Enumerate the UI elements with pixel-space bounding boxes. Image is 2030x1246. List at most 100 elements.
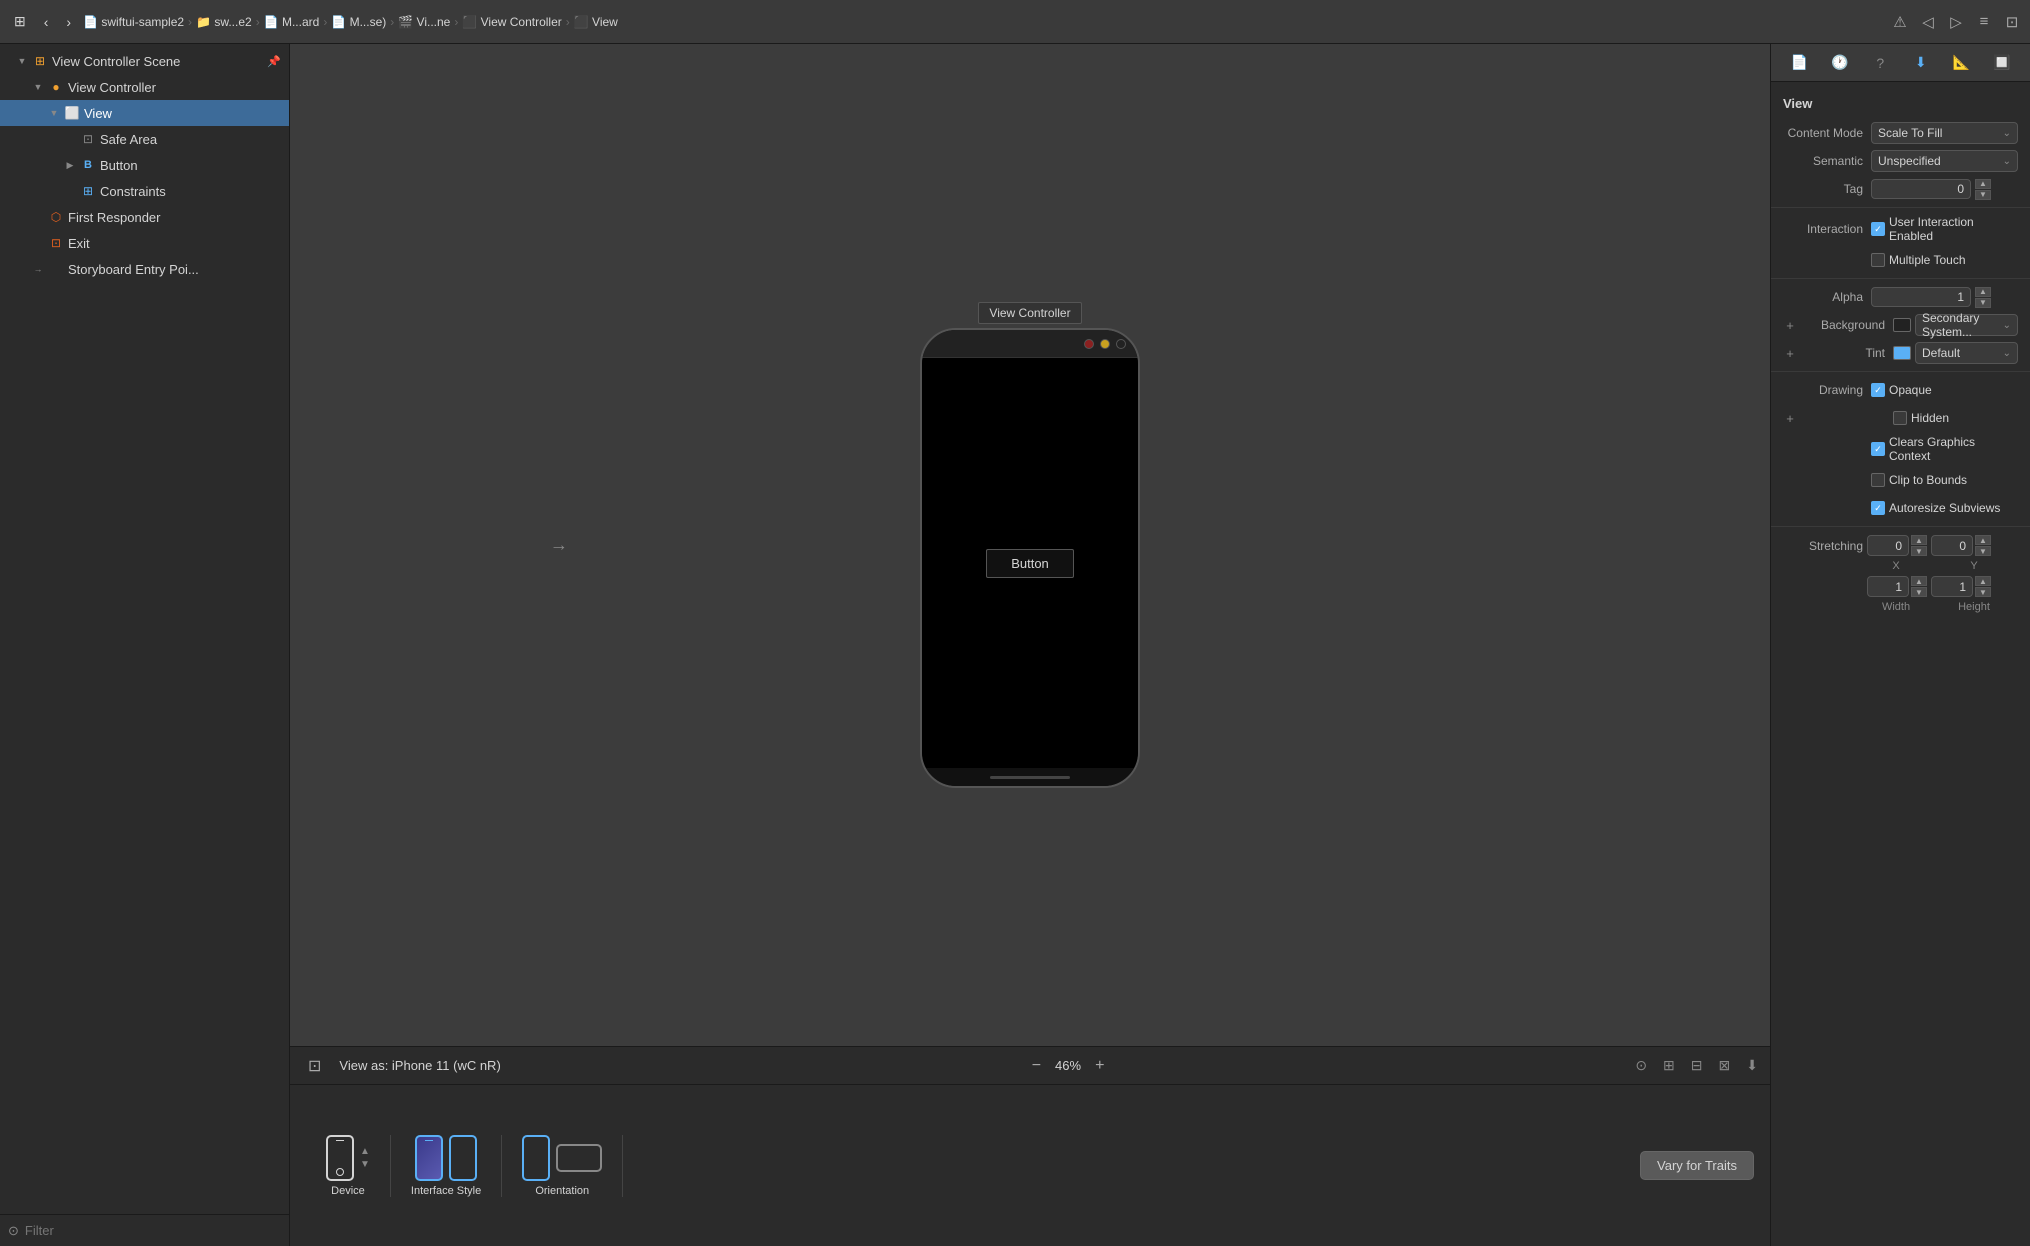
stretching-w-input[interactable]	[1867, 576, 1909, 597]
content-mode-value: Scale To Fill ⌄	[1871, 122, 2018, 144]
canvas-center[interactable]: → View Controller Button	[290, 44, 1770, 1046]
collapse-arrow-button[interactable]: ▶	[64, 159, 76, 171]
tag-row: Tag ▲ ▼	[1771, 175, 2030, 203]
orientation-landscape-icon[interactable]	[556, 1144, 602, 1172]
stretch-w-up[interactable]: ▲	[1911, 576, 1927, 586]
interface-light-icon[interactable]	[449, 1135, 477, 1181]
orientation-portrait-icon[interactable]	[522, 1135, 550, 1181]
download-icon[interactable]: ⬇	[1746, 1057, 1758, 1074]
tag-input[interactable]	[1871, 179, 1971, 199]
nav-forward-icon[interactable]: ▷	[1946, 12, 1966, 32]
layout2-icon[interactable]: ⊟	[1691, 1057, 1703, 1074]
semantic-label: Semantic	[1783, 154, 1863, 168]
zoom-in-button[interactable]: +	[1089, 1055, 1110, 1077]
interface-dark-icon[interactable]	[415, 1135, 443, 1181]
toggle-sidebar-btn[interactable]: ⊡	[302, 1054, 327, 1078]
breadcrumb-mse[interactable]: 📄 M...se)	[331, 15, 386, 29]
tab-file[interactable]: 📄	[1785, 49, 1813, 77]
sidebar-item-storyboard-entry[interactable]: → Storyboard Entry Poi...	[0, 256, 289, 282]
panel-section-title: View	[1771, 92, 2030, 119]
background-plus[interactable]: +	[1783, 318, 1797, 332]
sidebar-item-constraints[interactable]: ▶ ⊞ Constraints	[0, 178, 289, 204]
collapse-arrow-view[interactable]: ▼	[48, 107, 60, 119]
tab-size[interactable]: 📐	[1947, 49, 1975, 77]
stretch-x-up[interactable]: ▲	[1911, 535, 1927, 545]
breadcrumb-vine[interactable]: 🎬 Vi...ne	[398, 15, 450, 29]
back-button[interactable]: ‹	[38, 10, 55, 34]
sidebar-item-exit[interactable]: ▶ ⊡ Exit	[0, 230, 289, 256]
autoresize-checkbox[interactable]: ✓	[1871, 501, 1885, 515]
stretch-x-down[interactable]: ▼	[1911, 546, 1927, 556]
background-color-swatch[interactable]	[1893, 318, 1911, 332]
stretch-y-up[interactable]: ▲	[1975, 535, 1991, 545]
breadcrumb-viewcontroller[interactable]: ⬛ View Controller	[462, 15, 561, 29]
user-interaction-checkbox[interactable]: ✓	[1871, 222, 1885, 236]
grid-toggle-button[interactable]: ⊞	[8, 9, 32, 34]
multi-touch-label: Multiple Touch	[1889, 253, 1966, 267]
editor-menu-icon[interactable]: ≡	[1974, 12, 1994, 32]
scene-title-label: View Controller	[978, 302, 1081, 324]
opaque-checkbox[interactable]: ✓	[1871, 383, 1885, 397]
tab-help[interactable]: ?	[1866, 49, 1894, 77]
stretch-w-down[interactable]: ▼	[1911, 587, 1927, 597]
sidebar-item-button[interactable]: ▶ B Button	[0, 152, 289, 178]
layout3-icon[interactable]: ⊠	[1719, 1057, 1731, 1074]
tag-label: Tag	[1783, 182, 1863, 196]
tint-color-swatch[interactable]	[1893, 346, 1911, 360]
device-phone-icon[interactable]	[326, 1135, 354, 1181]
device-stepper[interactable]: ▲ ▼	[360, 1146, 370, 1170]
alpha-decrement[interactable]: ▼	[1975, 298, 1991, 308]
tree-area: ▼ ⊞ View Controller Scene 📌 ▼ ● View Con…	[0, 44, 289, 1214]
multi-touch-checkbox[interactable]	[1871, 253, 1885, 267]
hidden-plus[interactable]: +	[1783, 411, 1797, 425]
alpha-increment[interactable]: ▲	[1975, 287, 1991, 297]
clears-checkbox[interactable]: ✓	[1871, 442, 1885, 456]
collapse-arrow-scene[interactable]: ▼	[16, 55, 28, 67]
tag-decrement[interactable]: ▼	[1975, 190, 1991, 200]
filter-input[interactable]	[25, 1223, 281, 1238]
layout1-icon[interactable]: ⊞	[1663, 1057, 1675, 1074]
collapse-arrow-vc[interactable]: ▼	[32, 81, 44, 93]
warnings-icon[interactable]: ⚠	[1890, 12, 1910, 32]
stretching-h-input[interactable]	[1931, 576, 1973, 597]
background-dropdown[interactable]: Secondary System... ⌄	[1915, 314, 2018, 336]
refresh-icon[interactable]: ⊙	[1635, 1057, 1647, 1074]
sidebar-item-view[interactable]: ▼ ⬜ View	[0, 100, 289, 126]
tint-dropdown[interactable]: Default ⌄	[1915, 342, 2018, 364]
breadcrumb-sw[interactable]: 📁 sw...e2	[196, 15, 252, 29]
sidebar-item-safe-area[interactable]: ▶ ⊡ Safe Area	[0, 126, 289, 152]
sidebar-item-first-responder[interactable]: ▶ ⬡ First Responder	[0, 204, 289, 230]
window-close-dot	[1084, 339, 1094, 349]
alpha-input[interactable]	[1871, 287, 1971, 307]
vary-for-traits-button[interactable]: Vary for Traits	[1640, 1151, 1754, 1180]
breadcrumb-view[interactable]: ⬛ View	[574, 15, 618, 29]
zoom-out-button[interactable]: −	[1026, 1055, 1047, 1077]
stretching-x-input[interactable]	[1867, 535, 1909, 556]
semantic-dropdown[interactable]: Unspecified ⌄	[1871, 150, 2018, 172]
layout-icon[interactable]: ⊡	[2002, 12, 2022, 32]
stretch-h-up[interactable]: ▲	[1975, 576, 1991, 586]
breadcrumb-swiftui[interactable]: 📄 swiftui-sample2	[83, 15, 184, 29]
clip-checkbox[interactable]	[1871, 473, 1885, 487]
canvas-button[interactable]: Button	[986, 549, 1074, 578]
breadcrumb-mard[interactable]: 📄 M...ard	[264, 15, 320, 29]
tab-clock[interactable]: 🕐	[1826, 49, 1854, 77]
tint-plus[interactable]: +	[1783, 346, 1797, 360]
nav-back-icon[interactable]: ◁	[1918, 12, 1938, 32]
canvas-bottom: ⊡ View as: iPhone 11 (wC nR) − 46% + ⊙ ⊞…	[290, 1046, 1770, 1246]
view-label: View	[84, 106, 112, 121]
forward-button[interactable]: ›	[60, 10, 77, 34]
stretch-y-down[interactable]: ▼	[1975, 546, 1991, 556]
content-mode-arrow: ⌄	[2003, 128, 2011, 139]
phone-frame: Button	[920, 328, 1140, 788]
tab-connections[interactable]: 🔲	[1988, 49, 2016, 77]
stretch-h-down[interactable]: ▼	[1975, 587, 1991, 597]
tag-increment[interactable]: ▲	[1975, 179, 1991, 189]
sidebar-item-scene[interactable]: ▼ ⊞ View Controller Scene 📌	[0, 48, 289, 74]
stretching-wh-row: ▲ ▼ ▲ ▼	[1783, 576, 2018, 597]
sidebar-item-vc[interactable]: ▼ ● View Controller	[0, 74, 289, 100]
stretching-y-input[interactable]	[1931, 535, 1973, 556]
hidden-checkbox[interactable]	[1893, 411, 1907, 425]
content-mode-dropdown[interactable]: Scale To Fill ⌄	[1871, 122, 2018, 144]
tab-attributes[interactable]: ⬇	[1907, 49, 1935, 77]
